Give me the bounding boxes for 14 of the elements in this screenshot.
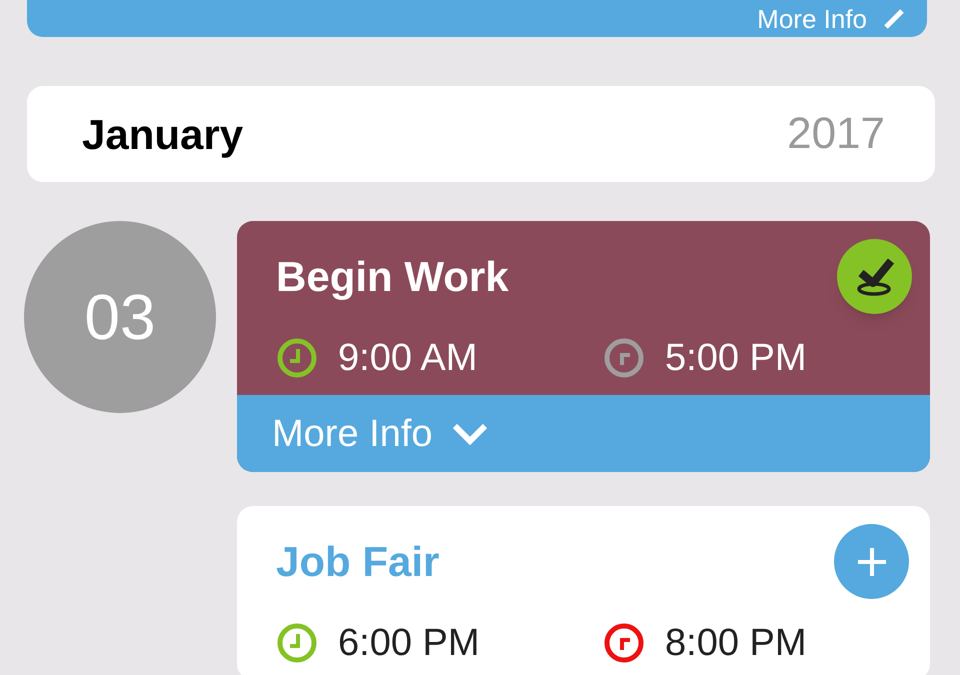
date-label: 03 — [84, 280, 156, 355]
event-title: Begin Work — [276, 253, 509, 301]
event-card[interactable]: Job Fair 6:00 PM 8:00 PM — [237, 506, 930, 675]
plus-icon — [856, 546, 888, 578]
month-label: January — [82, 110, 244, 160]
end-time: 5:00 PM — [665, 339, 807, 377]
year-label: 2017 — [787, 108, 885, 160]
event-card[interactable]: Begin Work 9:00 AM 5:00 PM More Info — [237, 221, 930, 472]
start-time: 9:00 AM — [338, 339, 478, 377]
more-info-label: More Info — [757, 6, 867, 32]
event-title: Job Fair — [276, 538, 440, 586]
start-time: 6:00 PM — [338, 624, 480, 662]
end-time: 8:00 PM — [665, 624, 807, 662]
more-info-label: More Info — [272, 414, 433, 452]
